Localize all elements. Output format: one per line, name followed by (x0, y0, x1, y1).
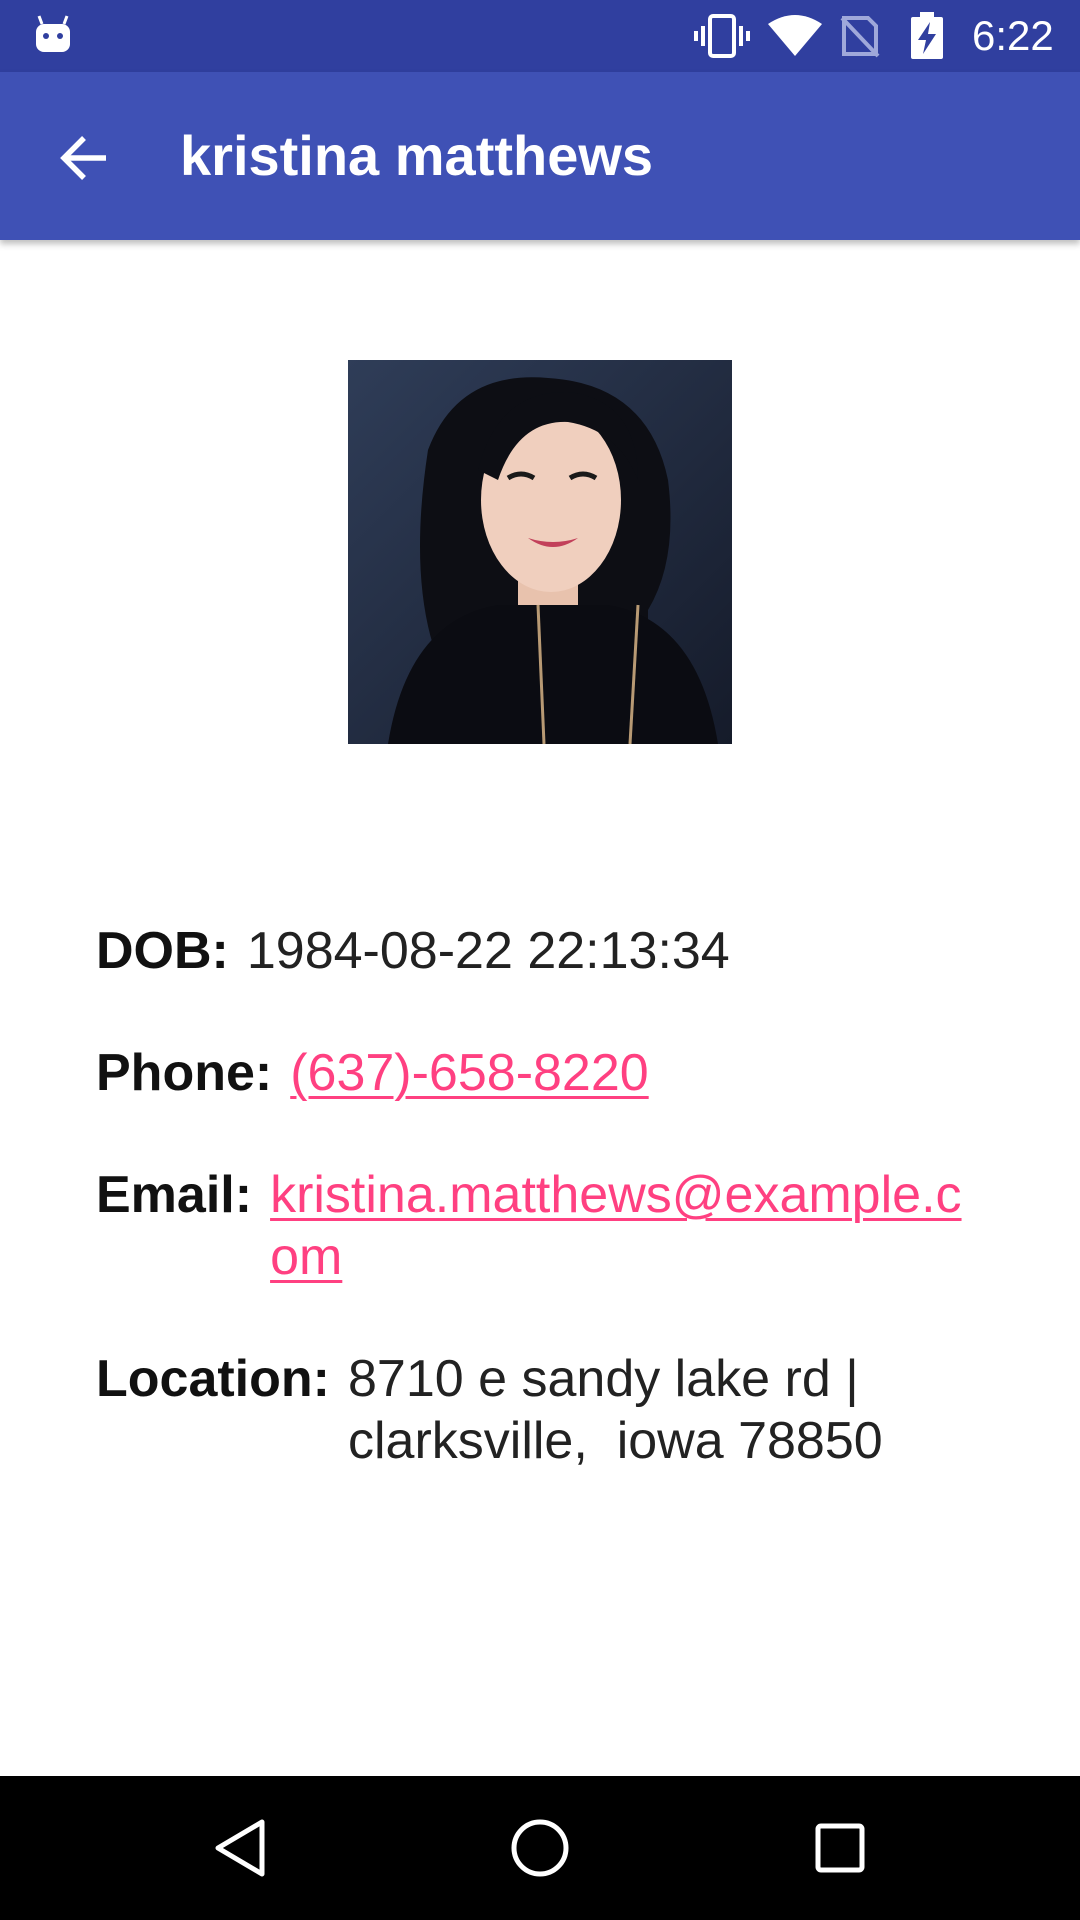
home-circle-icon (511, 1819, 569, 1877)
location-value: 8710 e sandy lake rd | clarksville, iowa… (347, 1350, 883, 1470)
dob-row: DOB: 1984-08-22 22:13:34 (96, 920, 996, 982)
vibrate-icon (694, 14, 750, 58)
status-bar: 6:22 (0, 0, 1080, 72)
status-clock: 6:22 (972, 12, 1054, 59)
navigation-bar (0, 1776, 1080, 1920)
phone-row: Phone: (637)-658-8220 (96, 1042, 996, 1104)
dob-value: 1984-08-22 22:13:34 (246, 922, 730, 980)
back-button[interactable] (40, 114, 128, 202)
email-row: Email: kristina.matthews@example.com (96, 1164, 996, 1288)
phone-link[interactable]: (637)-658-8220 (290, 1042, 648, 1104)
profile-photo (348, 360, 732, 744)
dob-label: DOB: (96, 922, 229, 980)
nav-back-button[interactable] (190, 1798, 290, 1898)
phone-label: Phone: (96, 1044, 273, 1102)
page-title: kristina matthews (180, 124, 654, 187)
app-bar: kristina matthews (0, 72, 1080, 240)
recents-square-icon (815, 1823, 865, 1873)
nav-recents-button[interactable] (790, 1798, 890, 1898)
wifi-icon (768, 15, 822, 56)
arrow-back-icon (60, 136, 106, 180)
battery-charging-icon (911, 12, 943, 59)
location-label: Location: (96, 1350, 330, 1408)
contact-details: DOB: 1984-08-22 22:13:34 Phone: (637)-65… (96, 920, 996, 1532)
location-row: Location: 8710 e sandy lake rd | clarksv… (96, 1348, 996, 1472)
no-sim-signal-icon (840, 16, 880, 58)
nav-home-button[interactable] (490, 1798, 590, 1898)
back-triangle-icon (215, 1819, 265, 1877)
email-label: Email: (96, 1166, 253, 1224)
email-link[interactable]: kristina.matthews@example.com (270, 1164, 970, 1288)
android-notification-icon (36, 15, 70, 52)
